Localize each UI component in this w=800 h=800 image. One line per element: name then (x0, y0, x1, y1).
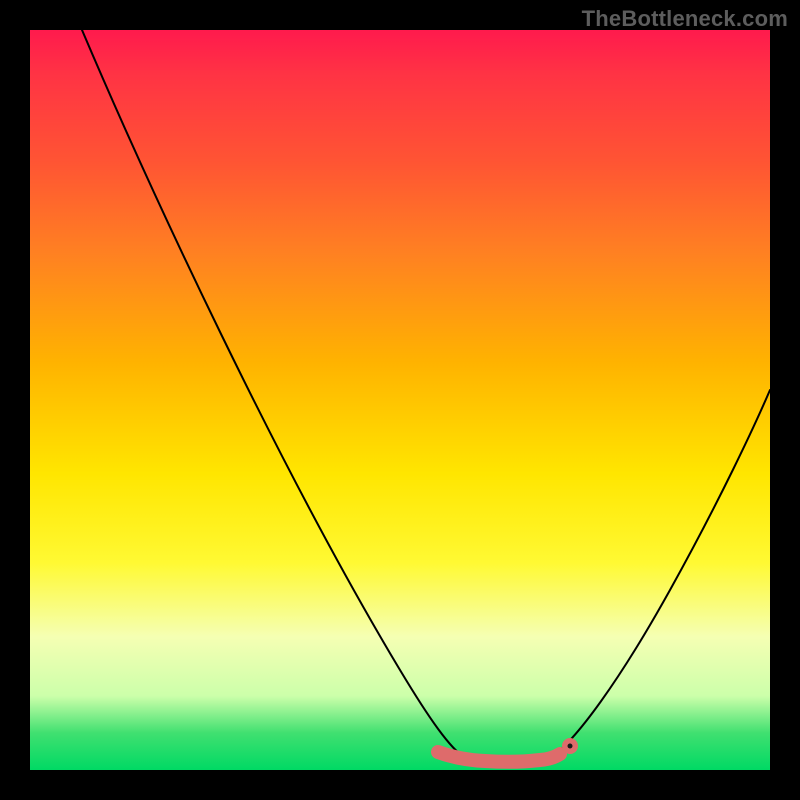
accent-valley-highlight (438, 752, 560, 762)
accent-end-dot-inner (568, 744, 573, 749)
plot-area (30, 30, 770, 770)
curve-left-branch (82, 30, 465, 758)
watermark-text: TheBottleneck.com (582, 6, 788, 32)
chart-container: TheBottleneck.com (0, 0, 800, 800)
curve-overlay (30, 30, 770, 770)
curve-right-branch (550, 390, 770, 758)
